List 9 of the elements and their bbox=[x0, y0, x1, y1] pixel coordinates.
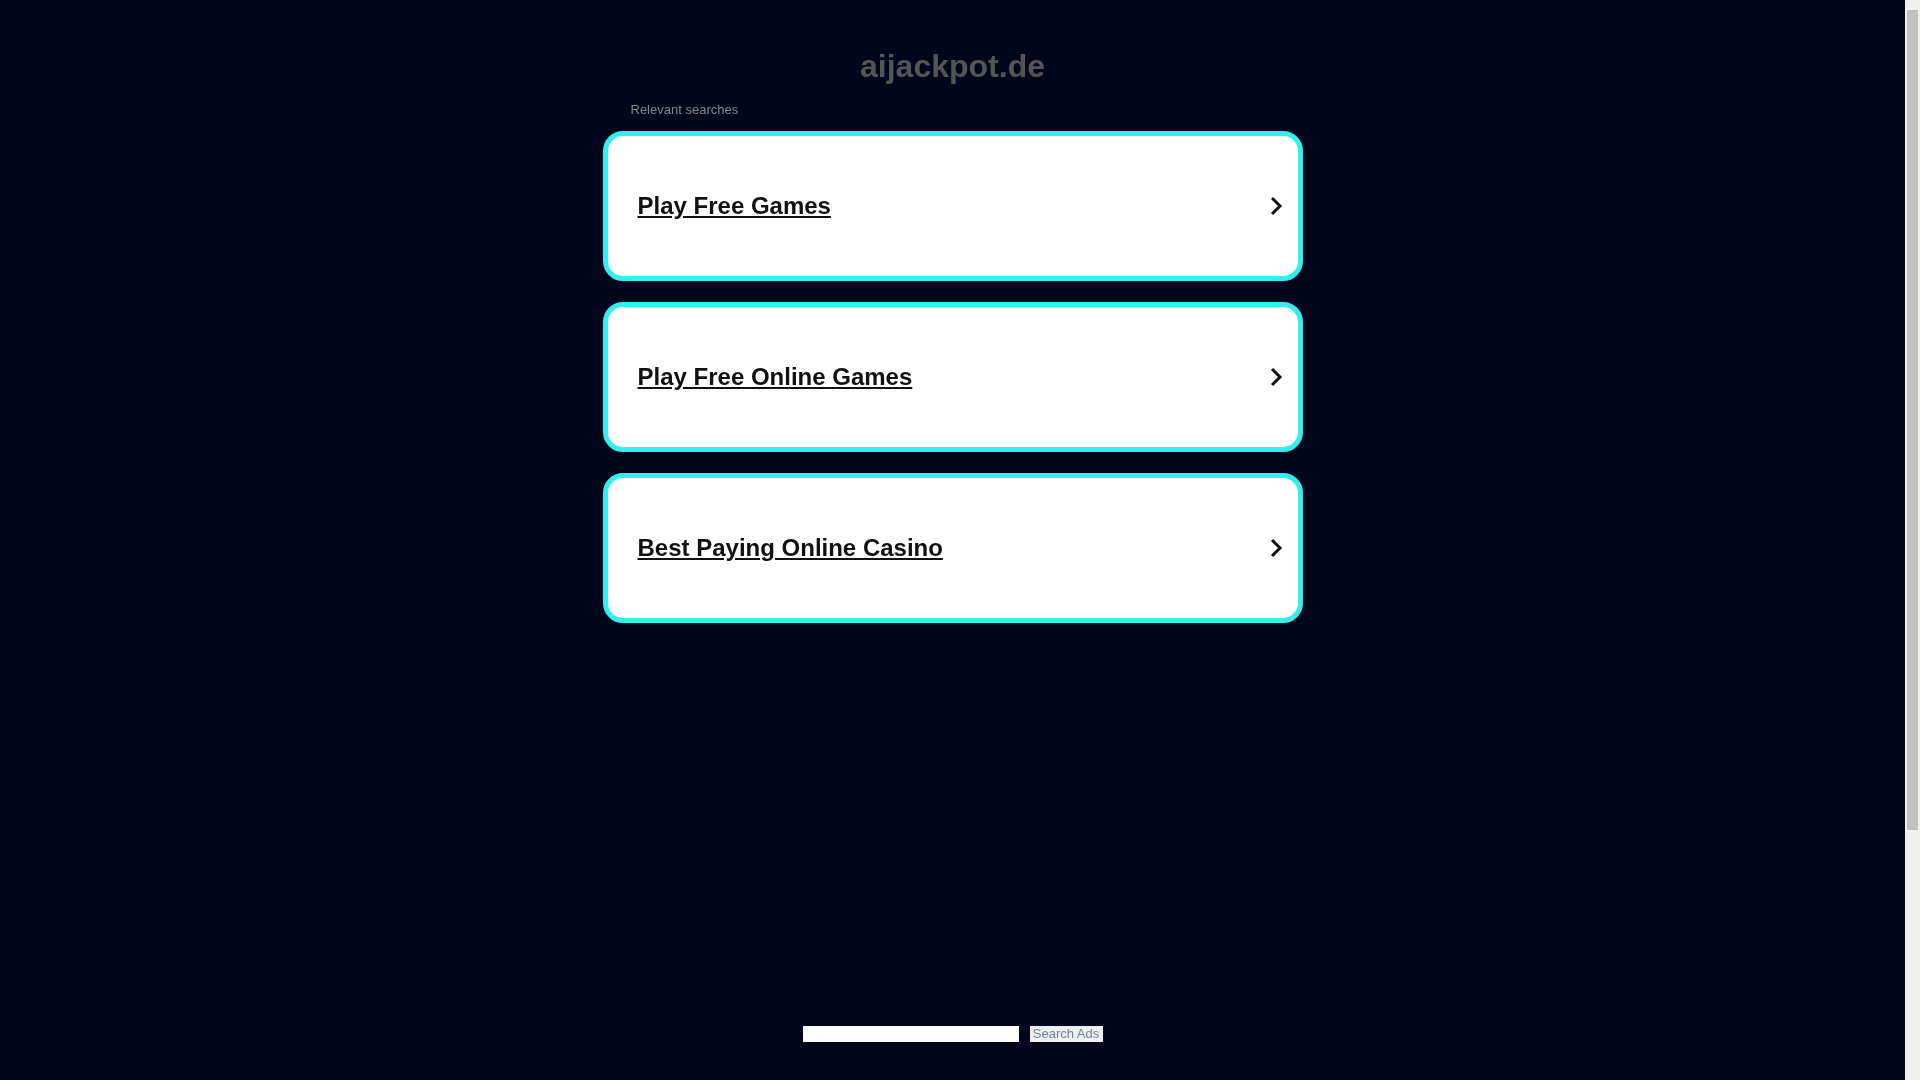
search-result-link[interactable]: Play Free Online Games bbox=[602, 302, 1303, 452]
scrollbar[interactable] bbox=[1905, 0, 1920, 1080]
site-title: aijackpot.de bbox=[860, 47, 1045, 86]
search-result-link[interactable]: Best Paying Online Casino bbox=[602, 473, 1303, 623]
section-label: Relevant searches bbox=[630, 102, 740, 118]
search-field[interactable] bbox=[802, 1026, 1019, 1042]
search-ads-button[interactable]: Search Ads bbox=[1029, 1026, 1103, 1042]
search-result-link[interactable]: Play Free Games bbox=[602, 131, 1303, 281]
scrollbar-thumb[interactable] bbox=[1907, 10, 1918, 830]
